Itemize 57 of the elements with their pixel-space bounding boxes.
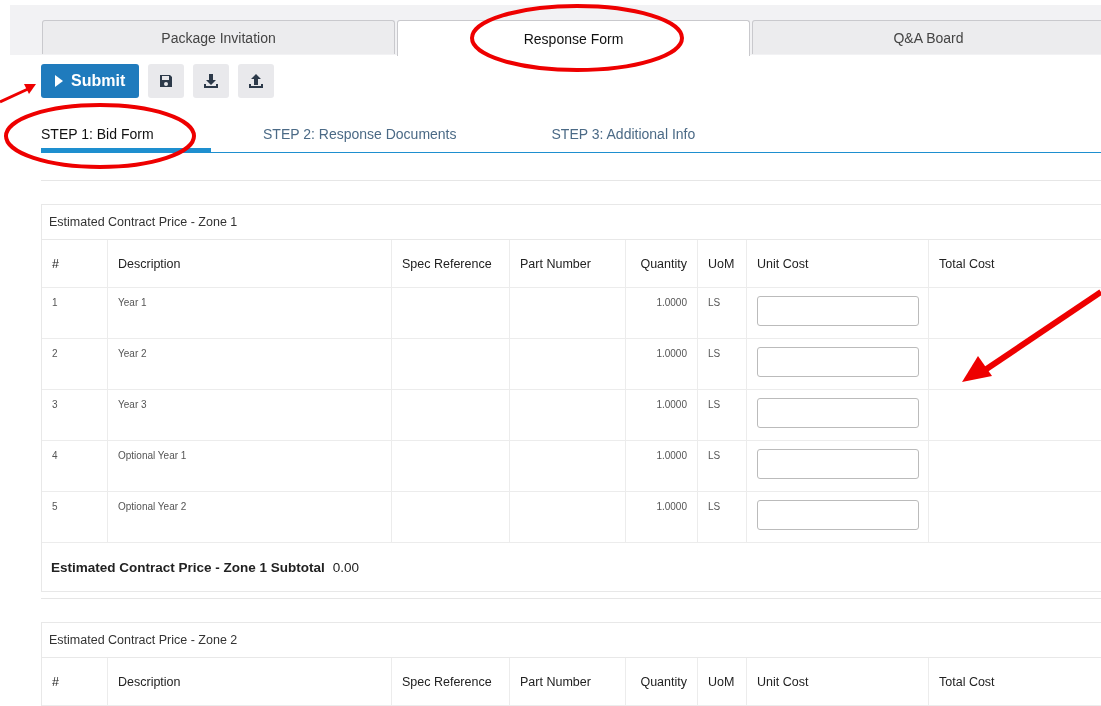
column-header: Spec Reference	[402, 674, 492, 689]
unit-cost-field[interactable]	[757, 398, 919, 428]
subtotal-label: Estimated Contract Price - Zone 1 Subtotal	[51, 559, 325, 575]
table-cell-text: 3	[52, 399, 58, 412]
tab[interactable]: Q&A Board	[752, 20, 1101, 54]
download-icon[interactable]	[193, 64, 230, 98]
table-cell-text: 1.0000	[656, 501, 687, 514]
tab[interactable]: Package Invitation	[42, 20, 395, 54]
column-header: Total Cost	[939, 256, 995, 271]
table-cell-text: Year 1	[118, 297, 147, 310]
unit-cost-field[interactable]	[757, 347, 919, 377]
table-cell-text: Year 3	[118, 399, 147, 412]
column-header: #	[52, 674, 59, 689]
table-cell-text: 2	[52, 348, 58, 361]
table-cell-text: LS	[708, 501, 721, 514]
step-tab[interactable]: STEP 2: Response Documents	[263, 118, 457, 152]
column-header: Unit Cost	[757, 674, 809, 689]
step-tab[interactable]: STEP 3: Additional Info	[551, 118, 696, 152]
table-cell-text: 1.0000	[656, 399, 687, 412]
column-header: Description	[118, 256, 181, 271]
table-cell-text: Optional Year 2	[118, 501, 187, 514]
subtotal-value: 0.00	[332, 559, 360, 575]
column-header: Spec Reference	[402, 256, 492, 271]
table-title: Estimated Contract Price - Zone 1	[49, 215, 238, 229]
unit-cost-field[interactable]	[757, 296, 919, 326]
column-header: Total Cost	[939, 674, 995, 689]
column-header: #	[52, 256, 59, 271]
column-header: UoM	[708, 256, 735, 271]
table-cell-text: LS	[708, 399, 721, 412]
unit-cost-field[interactable]	[757, 449, 919, 479]
upload-icon[interactable]	[238, 64, 275, 98]
save-icon[interactable]	[148, 64, 185, 98]
table-title: Estimated Contract Price - Zone 2	[49, 633, 238, 647]
table-cell-text: Year 2	[118, 348, 147, 361]
table-cell-text: Optional Year 1	[118, 450, 187, 463]
submit-button[interactable]: Submit	[41, 64, 140, 98]
table-cell-text: 1.0000	[656, 348, 687, 361]
column-header: Unit Cost	[757, 256, 809, 271]
table-cell-text: 1.0000	[656, 450, 687, 463]
table-cell-text: LS	[708, 348, 721, 361]
tab[interactable]: Response Form	[397, 20, 750, 56]
unit-cost-field[interactable]	[757, 500, 919, 530]
pointer-arrow	[0, 84, 36, 104]
column-header: Description	[118, 674, 181, 689]
column-header: Part Number	[520, 674, 591, 689]
column-header: Quantity	[640, 674, 687, 689]
play-icon	[55, 75, 63, 87]
step-tab[interactable]: STEP 1: Bid Form	[41, 118, 211, 152]
table-cell-text: LS	[708, 450, 721, 463]
table-cell-text: LS	[708, 297, 721, 310]
column-header: Part Number	[520, 256, 591, 271]
table-cell-text: 1	[52, 297, 58, 310]
table-cell-text: 5	[52, 501, 58, 514]
column-header: Quantity	[640, 256, 687, 271]
table-cell-text: 4	[52, 450, 58, 463]
column-header: UoM	[708, 674, 735, 689]
table-cell-text: 1.0000	[656, 297, 687, 310]
